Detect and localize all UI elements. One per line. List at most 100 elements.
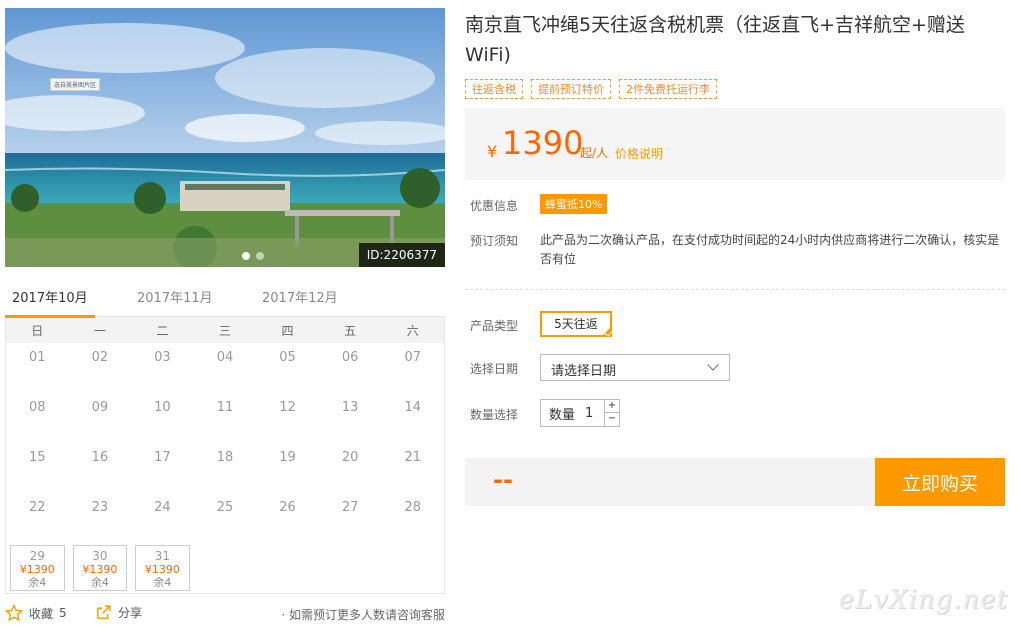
- product-type-option[interactable]: 5天往返: [540, 311, 612, 337]
- favorite-label: 收藏: [29, 606, 54, 621]
- calendar-day: 06: [341, 350, 359, 365]
- quantity-field-label: 数量: [549, 407, 576, 423]
- weekday-label: 一: [93, 323, 106, 338]
- booking-notice-text: 此产品为二次确认产品，在支付成功时间起的24小时内供应商将进行二次确认，核实是否…: [540, 233, 1000, 266]
- calendar-day: 10: [154, 400, 171, 415]
- quantity-stepper: 数量 + −: [540, 399, 620, 427]
- product-footer: 收藏 5 分享 · 如需预订更多人数请咨询客服: [5, 604, 445, 626]
- share-label: 分享: [118, 606, 143, 620]
- decrement-button[interactable]: −: [605, 413, 619, 426]
- tab-month-1[interactable]: 2017年10月: [12, 287, 88, 306]
- weekday-label: 六: [406, 323, 419, 338]
- tab-month-3[interactable]: 2017年12月: [262, 287, 338, 306]
- calendar-day: 08: [29, 400, 46, 415]
- month-tabs: 2017年10月 2017年11月 2017年12月: [5, 267, 445, 318]
- calendar-days: 01 02 03 04 05 06 07 08 09 10 11 12 13 14 15 16 17 18 19 20…: [6, 343, 444, 593]
- product-type-option-label: 5天往返: [554, 317, 598, 331]
- date-select-label: 选择日期: [470, 362, 519, 376]
- offer-label: 优惠信息: [470, 199, 519, 213]
- calendar-day-available[interactable]: 29 ¥1390 余4: [10, 545, 65, 591]
- calendar-day-price: ¥1390: [144, 563, 180, 576]
- weekday-label: 二: [156, 323, 169, 338]
- total-price-bar: --: [465, 458, 875, 506]
- weekday-header: 日 一 二 三 四 五 六: [6, 317, 444, 343]
- weekday-label: 三: [218, 323, 231, 338]
- calendar-day: 17: [154, 450, 171, 465]
- chevron-down-icon: [707, 359, 719, 371]
- calendar-day: 25: [216, 500, 234, 515]
- weekday-label: 五: [344, 323, 357, 338]
- calendar-day-stock: 余4: [28, 576, 47, 589]
- calendar-day-available[interactable]: 30 ¥1390 余4: [72, 545, 128, 591]
- carousel-dot-active[interactable]: [242, 252, 250, 260]
- currency-symbol: ¥: [487, 142, 498, 161]
- calendar-day-number: 30: [92, 549, 108, 563]
- calendar-day: 19: [279, 450, 296, 465]
- calendar-day: 05: [279, 350, 296, 365]
- calendar-day-number: 29: [29, 549, 45, 563]
- calendar-day: 09: [91, 400, 109, 415]
- product-tag: 2件免费托运行李: [619, 79, 717, 99]
- calendar-day: 11: [216, 400, 234, 415]
- calendar-day: 13: [341, 400, 359, 415]
- calendar-day-number: 31: [154, 549, 171, 563]
- share-button[interactable]: 分享: [95, 604, 142, 621]
- calendar-day-available[interactable]: 31 ¥1390 余4: [135, 545, 190, 591]
- date-select-dropdown[interactable]: 请选择日期: [540, 354, 730, 381]
- calendar-day: 22: [29, 500, 46, 515]
- carousel-dot[interactable]: [256, 252, 264, 260]
- product-tag: 提前预订特价: [531, 79, 611, 99]
- product-tag: 往返含税: [465, 79, 523, 99]
- calendar-day: 16: [91, 450, 109, 465]
- buy-now-button[interactable]: 立即购买: [875, 458, 1005, 506]
- date-select-placeholder: 请选择日期: [551, 364, 617, 379]
- selected-check-icon: [601, 326, 612, 337]
- calendar-day: 26: [279, 500, 296, 515]
- weekday-label: 四: [281, 323, 294, 338]
- calendar-day: 12: [279, 400, 296, 415]
- favorite-button[interactable]: 收藏 5: [5, 604, 67, 622]
- active-tab-underline: [5, 315, 95, 318]
- price-calendar: 日 一 二 三 四 五 六 01 02 03 04 05 06 07 08 09 10 11 12 13…: [5, 317, 445, 594]
- calendar-day-stock: 余4: [153, 576, 172, 589]
- beach-scene-image: [5, 8, 445, 267]
- product-tags: 往返含税 提前预订特价 2件免费托运行李: [465, 79, 717, 99]
- calendar-day: 27: [341, 500, 359, 515]
- site-watermark: eLvXing.net: [838, 585, 1008, 615]
- product-type-label: 产品类型: [470, 319, 519, 333]
- calendar-day: 07: [404, 350, 421, 365]
- carousel-dots: [242, 252, 264, 260]
- calendar-day: 03: [154, 350, 171, 365]
- calendar-day: 15: [29, 450, 46, 465]
- calendar-day: 24: [154, 500, 171, 515]
- share-icon: [97, 605, 111, 619]
- weekday-label: 日: [31, 323, 44, 338]
- calendar-day-price: ¥1390: [19, 563, 55, 576]
- calendar-day: 23: [91, 500, 109, 515]
- calendar-day-stock: 余4: [90, 576, 109, 589]
- favorite-count: 5: [59, 606, 67, 620]
- star-icon: [5, 604, 23, 622]
- price-panel: ¥ 1390 起/人 价格说明: [465, 108, 1005, 180]
- image-id-label: ID:2206377: [358, 243, 445, 267]
- calendar-day: 01: [29, 350, 46, 365]
- promo-badge: 蜂蜜抵10%: [540, 194, 608, 214]
- total-price: --: [493, 466, 513, 494]
- quantity-label: 数量选择: [470, 408, 519, 422]
- left-column: 选自美景图片区 ID:2206377 2017年10月 2017年11月 201…: [5, 8, 445, 594]
- price-unit: 起/人: [580, 146, 609, 160]
- calendar-day: 02: [91, 350, 109, 365]
- calendar-day: 21: [404, 450, 421, 465]
- calendar-day: 04: [216, 350, 234, 365]
- calendar-day: 28: [404, 500, 421, 515]
- increment-button[interactable]: +: [605, 400, 619, 413]
- tab-month-2[interactable]: 2017年11月: [137, 287, 213, 306]
- group-booking-note: · 如需预订更多人数请咨询客服: [281, 608, 445, 622]
- product-title: 南京直飞冲绳5天往返含税机票（往返直飞+吉祥航空+赠送WiFi): [465, 14, 965, 66]
- section-divider: [465, 289, 1005, 290]
- stepper-buttons: + −: [604, 400, 619, 426]
- price-explain-link[interactable]: 价格说明: [615, 145, 663, 162]
- photo-tag: 选自美景图片区: [50, 78, 101, 91]
- product-photo[interactable]: 选自美景图片区 ID:2206377: [5, 8, 445, 267]
- price-amount: 1390: [502, 124, 584, 162]
